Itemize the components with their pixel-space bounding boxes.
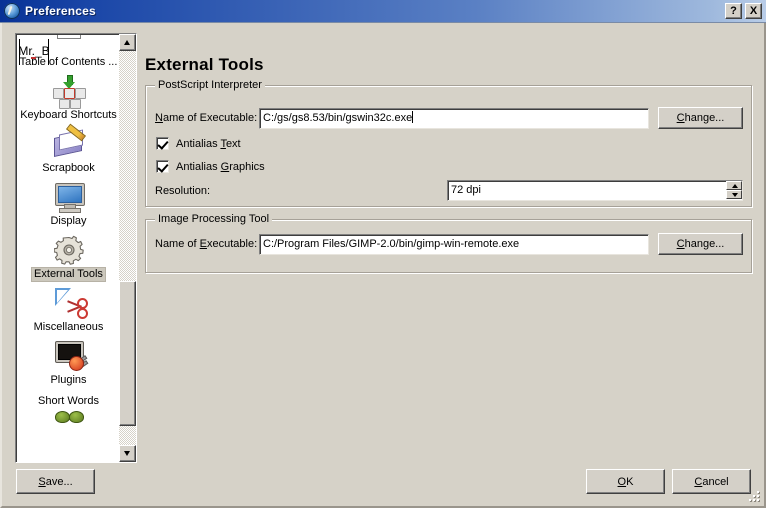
- resize-grip[interactable]: [747, 489, 761, 503]
- short-words-icon: [52, 411, 86, 445]
- globe-icon: [4, 3, 20, 19]
- triangle-scissors-icon: [52, 286, 88, 320]
- scroll-down-button[interactable]: [119, 445, 136, 462]
- group-title: Image Processing Tool: [155, 213, 273, 225]
- monitor-icon: [52, 180, 86, 214]
- resolution-spin-buttons[interactable]: [726, 181, 742, 200]
- sidebar-item-label: Keyboard Shortcuts: [20, 109, 117, 121]
- sidebar-item-label: Scrapbook: [42, 162, 95, 174]
- antialias-graphics-row[interactable]: Antialias Graphics: [156, 160, 265, 173]
- antialias-graphics-label: Antialias Graphics: [176, 160, 265, 173]
- category-list: Table of Contents ... Keyboard Shortcuts…: [15, 33, 137, 463]
- sidebar-item-label: Short Words: [38, 395, 99, 407]
- sidebar-item-label: Plugins: [50, 374, 87, 386]
- sidebar-item-scrapbook[interactable]: Scrapbook: [17, 123, 120, 178]
- spin-up-button[interactable]: [726, 181, 742, 190]
- sidebar-item-label: Miscellaneous: [33, 321, 104, 333]
- monitor-plug-icon: [52, 339, 88, 373]
- antialias-text-checkbox[interactable]: [156, 137, 169, 150]
- group-title: PostScript Interpreter: [155, 79, 265, 91]
- resolution-value: 72 dpi: [451, 184, 481, 196]
- spin-down-button[interactable]: [726, 190, 742, 199]
- save-button[interactable]: Save...: [16, 469, 95, 494]
- dialog-body: Table of Contents ... Keyboard Shortcuts…: [0, 23, 766, 508]
- text-caret: [412, 111, 414, 123]
- image-change-button[interactable]: Change...: [658, 233, 743, 255]
- sidebar-item-short-words[interactable]: Short Words: [17, 392, 120, 445]
- antialias-text-label: Antialias Text: [176, 137, 241, 150]
- document-toc-icon: [52, 35, 86, 55]
- scrollbar-thumb[interactable]: [119, 281, 136, 426]
- sidebar-item-label: Display: [50, 215, 87, 227]
- image-executable-label: Name of Executable:: [155, 238, 258, 250]
- sidebar-scrollbar[interactable]: [119, 34, 136, 462]
- sidebar-item-miscellaneous[interactable]: Miscellaneous: [17, 284, 120, 337]
- window-title: Preferences: [25, 4, 96, 18]
- antialias-graphics-checkbox[interactable]: [156, 160, 169, 173]
- book-pencil-icon: [52, 123, 86, 161]
- cancel-button[interactable]: Cancel: [672, 469, 751, 494]
- resolution-input[interactable]: 72 dpi: [447, 180, 743, 201]
- help-button[interactable]: ?: [725, 3, 742, 19]
- image-executable-value: C:/Program Files/GIMP-2.0/bin/gimp-win-r…: [263, 238, 520, 250]
- image-executable-input[interactable]: C:/Program Files/GIMP-2.0/bin/gimp-win-r…: [259, 234, 649, 255]
- postscript-interpreter-group: PostScript Interpreter Name of Executabl…: [145, 79, 752, 207]
- keyboard-keys-icon: [52, 74, 86, 109]
- category-list-items: Table of Contents ... Keyboard Shortcuts…: [17, 35, 120, 461]
- sidebar-item-plugins[interactable]: Plugins: [17, 337, 120, 390]
- sidebar-item-label: External Tools: [32, 268, 105, 281]
- mr-b-icon-text: Mr._B: [18, 44, 50, 58]
- image-processing-tool-group: Image Processing Tool Name of Executable…: [145, 213, 752, 273]
- sidebar-item-external-tools[interactable]: External Tools: [17, 231, 120, 284]
- page-title: External Tools: [145, 55, 264, 74]
- postscript-change-button[interactable]: Change...: [658, 107, 743, 129]
- postscript-executable-value: C:/gs/gs8.53/bin/gswin32c.exe: [263, 112, 413, 124]
- preferences-dialog-window: Preferences ? X Table of Contents ... Ke…: [0, 0, 766, 508]
- resolution-spinner[interactable]: 72 dpi: [447, 180, 743, 201]
- postscript-executable-input[interactable]: C:/gs/gs8.53/bin/gswin32c.exe: [259, 108, 649, 129]
- mr-b-text-icon: Mr._B: [17, 35, 51, 69]
- scroll-up-button[interactable]: [119, 34, 136, 51]
- close-button[interactable]: X: [745, 3, 762, 19]
- title-bar: Preferences ? X: [0, 0, 766, 23]
- resolution-label: Resolution:: [155, 185, 211, 197]
- postscript-executable-label: Name of Executable:: [155, 112, 258, 124]
- sidebar-item-display[interactable]: Display: [17, 178, 120, 231]
- gear-icon: [52, 233, 86, 267]
- ok-button[interactable]: OK: [586, 469, 665, 494]
- title-bar-buttons: ? X: [725, 3, 762, 19]
- sidebar-item-keyboard-shortcuts[interactable]: Keyboard Shortcuts: [17, 72, 120, 125]
- antialias-text-row[interactable]: Antialias Text: [156, 137, 241, 150]
